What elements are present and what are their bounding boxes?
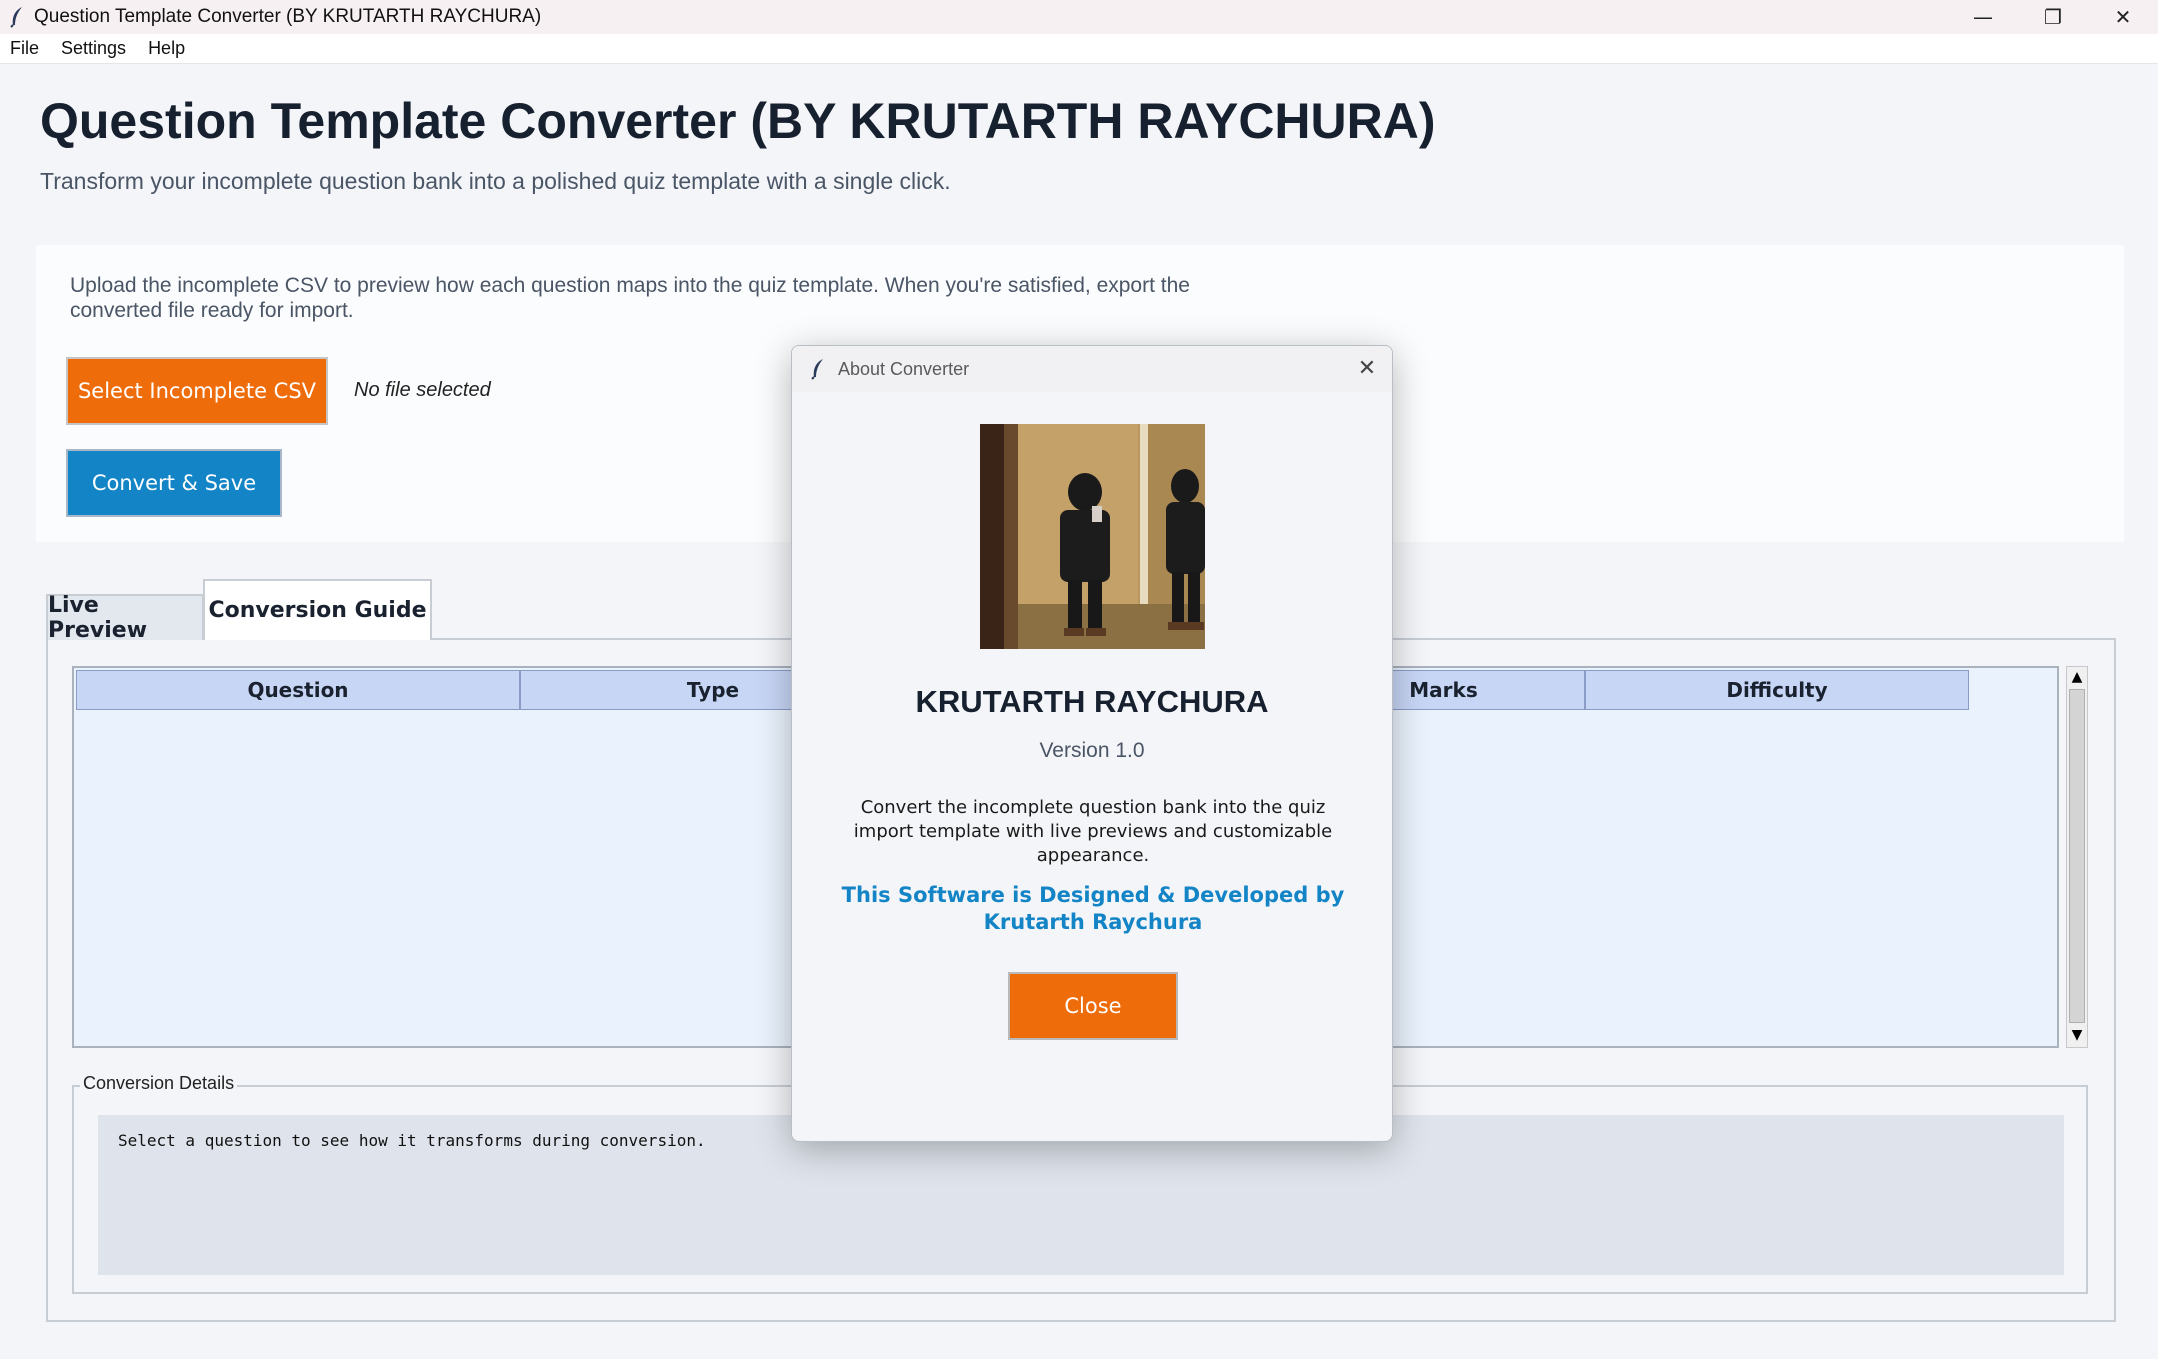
dialog-titlebar: About Converter ✕: [792, 346, 1392, 392]
upload-description: Upload the incomplete CSV to preview how…: [70, 274, 1190, 322]
menu-help[interactable]: Help: [148, 38, 185, 59]
feather-icon: [798, 346, 838, 392]
table-scrollbar[interactable]: ▲ ▼: [2066, 666, 2088, 1048]
close-icon[interactable]: ✕: [1354, 356, 1380, 382]
scroll-up-icon[interactable]: ▲: [2069, 669, 2085, 685]
developer-photo: [980, 424, 1205, 649]
developer-name: KRUTARTH RAYCHURA: [915, 684, 1269, 719]
tab-live-preview[interactable]: Live Preview: [46, 593, 204, 643]
menu-bar: File Settings Help: [0, 34, 2158, 64]
feather-icon: [0, 0, 34, 34]
restore-icon[interactable]: ❐: [2018, 0, 2088, 34]
minimize-icon[interactable]: —: [1948, 0, 2018, 34]
select-csv-button[interactable]: Select Incomplete CSV: [66, 357, 328, 425]
dialog-title: About Converter: [838, 358, 970, 379]
column-header-difficulty[interactable]: Difficulty: [1585, 670, 1969, 710]
scroll-down-icon[interactable]: ▼: [2069, 1027, 2085, 1043]
dialog-description: Convert the incomplete question bank int…: [853, 797, 1333, 866]
scrollbar-thumb[interactable]: [2069, 689, 2085, 1023]
menu-file[interactable]: File: [10, 38, 39, 59]
menu-settings[interactable]: Settings: [61, 38, 126, 59]
page-subtitle: Transform your incomplete question bank …: [40, 168, 951, 194]
file-status-label: No file selected: [354, 379, 491, 401]
close-icon[interactable]: ✕: [2088, 0, 2158, 34]
convert-save-button[interactable]: Convert & Save: [66, 449, 282, 517]
version-label: Version 1.0: [1039, 739, 1145, 762]
conversion-details-legend: Conversion Details: [80, 1073, 238, 1094]
tab-conversion-guide[interactable]: Conversion Guide: [203, 579, 432, 640]
column-header-question[interactable]: Question: [76, 670, 520, 710]
dialog-close-button[interactable]: Close: [1008, 972, 1178, 1040]
about-dialog: About Converter ✕ KRUTARTH RAYCHURA Vers…: [791, 345, 1393, 1142]
conversion-details-text: Select a question to see how it transfor…: [118, 1131, 706, 1150]
page-title: Question Template Converter (BY KRUTARTH…: [40, 93, 1436, 149]
window-title: Question Template Converter (BY KRUTARTH…: [34, 6, 542, 27]
developer-credit: This Software is Designed & Developed by…: [841, 883, 1345, 934]
window-titlebar: Question Template Converter (BY KRUTARTH…: [0, 0, 2158, 34]
